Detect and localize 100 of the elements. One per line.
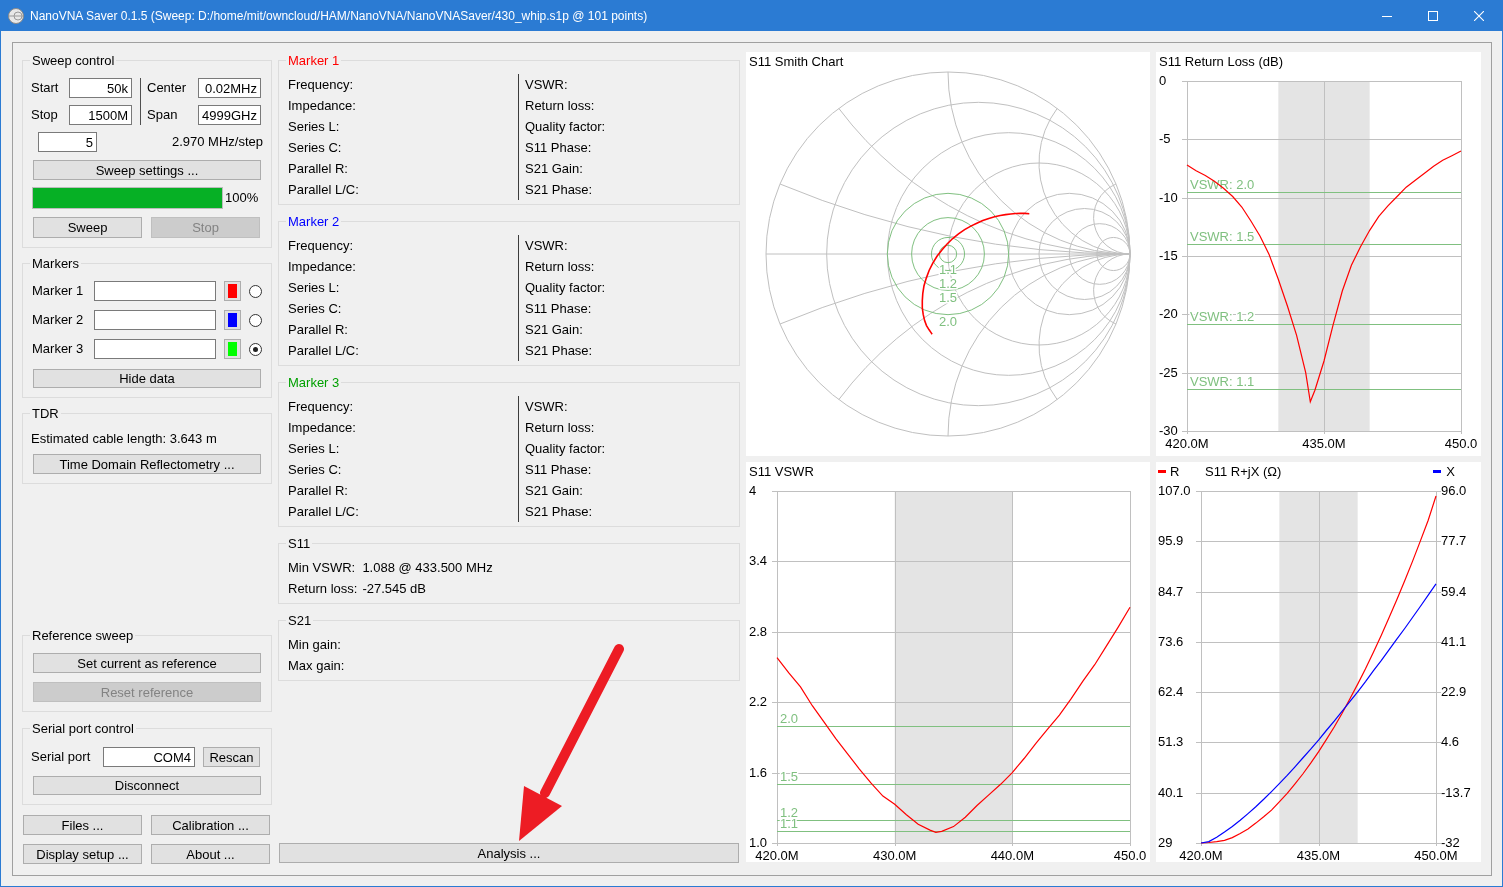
y-axis-label: -15 <box>1159 248 1178 263</box>
y-axis-label: 22.9 <box>1441 684 1467 700</box>
y-axis-label: 62.4 <box>1158 684 1184 700</box>
maximize-icon <box>1428 11 1438 21</box>
y-axis-label: 3.4 <box>749 553 768 569</box>
circle-logo-icon <box>8 8 24 24</box>
group-title: Markers <box>30 256 81 271</box>
marker-frequency-field[interactable] <box>94 310 216 330</box>
y-axis-label: 84.7 <box>1158 583 1184 599</box>
y-axis-label: 59.4 <box>1441 583 1467 599</box>
field-label: Return loss: <box>288 580 358 597</box>
field-label: S21 Phase: <box>525 342 593 360</box>
y-axis-label: 0 <box>1159 73 1167 88</box>
frequency-field[interactable]: 0.02MHz <box>198 78 261 98</box>
frequency-field[interactable]: 50k <box>69 78 132 98</box>
field-label: Impedance: <box>288 97 356 115</box>
hide-data-button[interactable]: Hide data <box>33 369 261 388</box>
color-button[interactable] <box>224 281 241 301</box>
vswr-label: 2.0 <box>780 710 799 726</box>
x-axis-label: 450.0 <box>1113 848 1147 862</box>
frequency-field[interactable]: 4999GHz <box>198 105 261 125</box>
y-axis-label: 41.1 <box>1441 633 1467 649</box>
field-label: Parallel L/C: <box>288 503 359 521</box>
field-label: S11 Phase: <box>525 300 592 318</box>
files-button[interactable]: Files ... <box>23 815 142 835</box>
field-label: Return loss: <box>525 97 595 115</box>
field-label: Parallel R: <box>288 482 348 500</box>
set-reference-button[interactable]: Set current as reference <box>33 653 261 673</box>
calibration-button[interactable]: Calibration ... <box>151 815 270 835</box>
x-axis-label: 435.0M <box>1296 848 1341 862</box>
field-label: S21 Gain: <box>525 160 583 178</box>
segments-field[interactable]: 5 <box>38 132 97 152</box>
legend-label: R <box>1170 464 1180 479</box>
marker-title: Marker 2 <box>286 214 342 229</box>
sweep-settings-button[interactable]: Sweep settings ... <box>33 160 261 180</box>
y-axis-label: 1.6 <box>749 764 768 780</box>
serial-port-field[interactable]: COM4 <box>103 747 195 767</box>
field-label: S21 Phase: <box>525 181 593 199</box>
progress-reading: 100% <box>225 190 259 206</box>
field-label: Series L: <box>288 440 340 458</box>
field-label: S21 Phase: <box>525 503 593 521</box>
about-button[interactable]: About ... <box>151 844 270 864</box>
tdr-button[interactable]: Time Domain Reflectometry ... <box>33 454 261 474</box>
display-setup-button[interactable]: Display setup ... <box>23 844 142 864</box>
rescan-button[interactable]: Rescan <box>203 747 260 767</box>
y-axis-label: 107.0 <box>1158 483 1191 498</box>
field-label: Serial port <box>31 749 92 765</box>
y-axis-label: 2.8 <box>749 623 768 639</box>
y-axis-label: 51.3 <box>1158 734 1184 750</box>
y-axis-label: -10 <box>1159 189 1178 205</box>
radio-button[interactable] <box>249 342 262 356</box>
marker-label: Marker 3 <box>31 341 85 357</box>
field-label: Stop <box>31 107 59 123</box>
analysis-button[interactable]: Analysis ... <box>279 843 739 863</box>
y-axis-label: -13.7 <box>1441 784 1471 800</box>
field-label: VSWR: <box>525 237 568 255</box>
field-label: Impedance: <box>288 419 356 437</box>
field-label: Series L: <box>288 118 340 136</box>
legend-label: X <box>1446 464 1455 479</box>
marker-frequency-field[interactable] <box>94 281 216 301</box>
x-axis-label: 450.0 <box>1444 436 1478 451</box>
chart-title: S11 R+jX (Ω) <box>1205 464 1282 479</box>
y-axis-label: -5 <box>1159 131 1171 147</box>
field-label: Parallel R: <box>288 321 348 339</box>
radio-button[interactable] <box>249 284 262 298</box>
field-label: Quality factor: <box>525 279 606 297</box>
y-axis-label: 95.9 <box>1158 533 1184 549</box>
marker-frequency-field[interactable] <box>94 339 216 359</box>
x-axis-label: 450.0M <box>1414 848 1458 862</box>
field-label: Quality factor: <box>525 118 606 136</box>
field-label: Series L: <box>288 279 340 297</box>
x-axis-label: 420.0M <box>755 848 799 862</box>
field-label: Parallel L/C: <box>288 181 359 199</box>
field-label: S21 Gain: <box>525 482 583 500</box>
field-label: VSWR: <box>525 398 568 416</box>
y-axis-label: 40.1 <box>1158 784 1184 800</box>
color-button[interactable] <box>224 310 241 330</box>
vswr-label: 1.2 <box>938 275 958 291</box>
field-label: Return loss: <box>525 419 595 437</box>
chart-title: S11 Smith Chart <box>749 54 844 69</box>
frequency-field[interactable]: 1500M <box>69 105 132 125</box>
vswr-label: VSWR: 1.2 <box>1190 308 1255 324</box>
field-label: Series C: <box>288 139 342 157</box>
disconnect-button[interactable]: Disconnect <box>33 776 261 795</box>
sweep-button[interactable]: Sweep <box>33 217 142 238</box>
field-label: Min VSWR: <box>288 559 356 576</box>
field-label: S21 Gain: <box>525 321 583 339</box>
radio-button[interactable] <box>249 313 262 327</box>
field-label: S11 Phase: <box>525 139 592 157</box>
y-axis-label: 96.0 <box>1441 483 1467 498</box>
vswr-label: VSWR: 1.1 <box>1190 373 1255 389</box>
field-label: Frequency: <box>288 237 354 255</box>
window-title: NanoVNA Saver 0.1.5 (Sweep: D:/home/mit/owncloud/HAM/NanoVNA/NanoVNASaver/430_whip.s1p @ 101 points) <box>30 9 648 23</box>
marker-label: Marker 1 <box>31 283 85 299</box>
x-axis-label: 420.0M <box>1165 436 1209 451</box>
group-title: Serial port control <box>30 721 136 736</box>
field-label: Parallel L/C: <box>288 342 359 360</box>
y-axis-label: 2.2 <box>749 694 768 710</box>
field-label: Quality factor: <box>525 440 606 458</box>
color-button[interactable] <box>224 339 241 359</box>
